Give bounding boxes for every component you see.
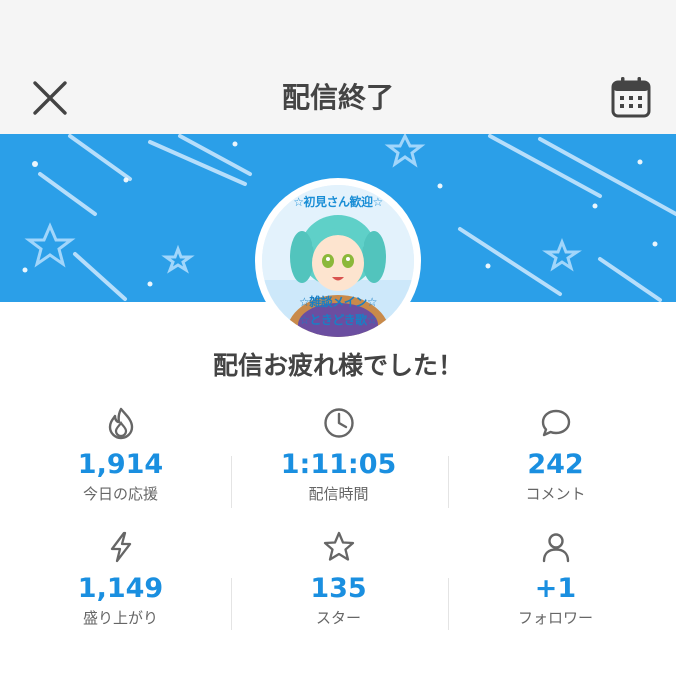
stat-value: 1:11:05 [280, 449, 397, 480]
stat-value: 135 [310, 573, 367, 604]
calendar-icon [611, 77, 651, 118]
stat-value: 242 [527, 449, 584, 480]
stat-support: 1,914 今日の応援 [8, 406, 233, 504]
avatar: ☆初見さん歓迎☆ ☆雑談メイン☆ ☆ときどき歌☆ [255, 178, 421, 344]
stat-stars: 135 スター [226, 530, 451, 628]
stat-excitement: 1,149 盛り上がり [8, 530, 233, 628]
flame-icon [108, 407, 133, 440]
stat-label: 盛り上がり [82, 609, 158, 627]
calendar-button[interactable] [611, 76, 651, 118]
clock-icon [323, 408, 354, 438]
stat-duration: 1:11:05 配信時間 [226, 406, 451, 504]
avatar-caption-top: ☆初見さん歓迎☆ [293, 195, 383, 209]
comment-icon [541, 409, 570, 437]
top-bar: 配信終了 [0, 0, 676, 134]
stat-label: スター [315, 609, 361, 627]
avatar-image: ☆初見さん歓迎☆ ☆雑談メイン☆ ☆ときどき歌☆ [262, 185, 414, 337]
stat-comments: 242 コメント [443, 406, 668, 504]
stat-value: 1,914 [77, 449, 164, 480]
stat-label: 配信時間 [308, 485, 369, 503]
stat-label: フォロワー [517, 609, 593, 627]
thanks-message: 配信お疲れ様でした！ [212, 351, 463, 380]
stat-value: +1 [534, 573, 577, 604]
person-icon [542, 533, 569, 563]
avatar-caption-middle: ☆雑談メイン☆ [298, 295, 378, 309]
stat-label: コメント [525, 485, 586, 503]
stat-value: 1,149 [77, 573, 164, 604]
avatar-caption-bottom: ☆ときどき歌☆ [299, 313, 377, 327]
stat-label: 今日の応援 [82, 485, 158, 503]
lightning-icon [110, 531, 131, 563]
star-icon [323, 531, 354, 561]
page-title: 配信終了 [281, 81, 394, 114]
stat-followers: +1 フォロワー [443, 530, 668, 628]
